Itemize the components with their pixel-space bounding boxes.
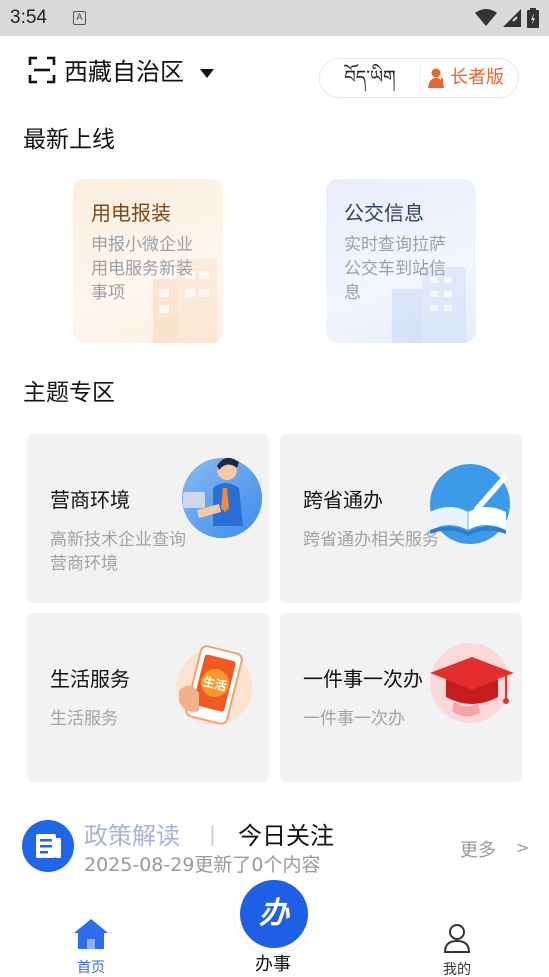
handle-affairs-button[interactable]: 办 <box>240 880 308 948</box>
tab-mine-label: 我的 <box>443 962 471 977</box>
document-icon <box>22 820 74 872</box>
home-icon <box>74 919 108 949</box>
book-quill-icon <box>430 464 510 544</box>
businessman-icon <box>182 457 262 538</box>
app-header: 西藏自治区 བོད་ཡིག 长者版 <box>0 36 549 116</box>
tibetan-language-button[interactable]: བོད་ཡིག <box>320 59 420 97</box>
battery-icon <box>527 8 539 28</box>
region-selector[interactable]: 西藏自治区 <box>64 56 184 88</box>
theme-card-cross-province[interactable]: 跨省通办 跨省通办相关服务 <box>280 434 522 603</box>
tab-home[interactable]: 首页 <box>66 917 116 977</box>
card-title: 公交信息 <box>344 201 424 225</box>
handle-affairs-icon: 办 <box>259 896 289 931</box>
card-desc: 申报小微企业用电服务新装事项 <box>91 235 193 303</box>
wifi-icon <box>475 9 497 26</box>
elder-mode-button[interactable]: 长者版 <box>428 59 504 97</box>
section-title-new-online: 最新上线 <box>23 127 115 153</box>
update-status: 2025-08-29更新了0个内容 <box>84 854 321 876</box>
phone-life-icon: 生活 <box>176 645 252 725</box>
card-title: 用电报装 <box>91 201 171 225</box>
news-section: 政策解读 | 今日关注 更多 > 2025-08-29更新了0个内容 <box>0 808 549 888</box>
signal-icon <box>503 9 521 27</box>
card-title: 营商环境 <box>50 488 130 512</box>
theme-card-life-services[interactable]: 生活服务 生活服务 生活 <box>27 613 269 782</box>
theme-card-business-environment[interactable]: 营商环境 高新技术企业查询营商环境 <box>27 434 269 603</box>
section-title-themes: 主题专区 <box>23 380 115 406</box>
user-icon <box>443 924 471 953</box>
status-time: 3:54 <box>10 7 47 28</box>
new-card-power-install[interactable]: 用电报装 申报小微企业用电服务新装事项 <box>73 179 223 343</box>
elder-mode-label: 长者版 <box>450 67 504 88</box>
elder-person-icon <box>428 68 444 88</box>
sim-indicator: A <box>73 11 86 25</box>
tab-today-focus[interactable]: 今日关注 <box>238 816 334 851</box>
tab-policy-interpretation[interactable]: 政策解读 <box>84 816 180 851</box>
card-title: 一件事一次办 <box>303 667 423 691</box>
graduation-cap-icon <box>430 643 514 723</box>
chevron-right-icon[interactable]: > <box>516 838 529 857</box>
handle-affairs-label: 办事 <box>255 954 291 975</box>
chevron-down-icon[interactable] <box>200 69 214 78</box>
status-bar: 3:54 A <box>0 0 549 36</box>
tab-home-label: 首页 <box>77 960 105 976</box>
tab-mine[interactable]: 我的 <box>432 923 482 977</box>
scan-icon[interactable] <box>28 56 56 84</box>
new-card-bus-info[interactable]: 公交信息 实时查询拉萨公交车到站信息 <box>326 179 476 343</box>
card-desc: 实时查询拉萨公交车到站信息 <box>344 235 446 303</box>
language-switch: བོད་ཡིག 长者版 <box>319 58 519 98</box>
card-title: 生活服务 <box>50 667 130 691</box>
more-link[interactable]: 更多 <box>460 836 496 862</box>
theme-card-one-thing-once[interactable]: 一件事一次办 一件事一次办 <box>280 613 522 782</box>
divider <box>420 63 421 93</box>
tab-separator: | <box>209 822 216 846</box>
card-title: 跨省通办 <box>303 488 383 512</box>
